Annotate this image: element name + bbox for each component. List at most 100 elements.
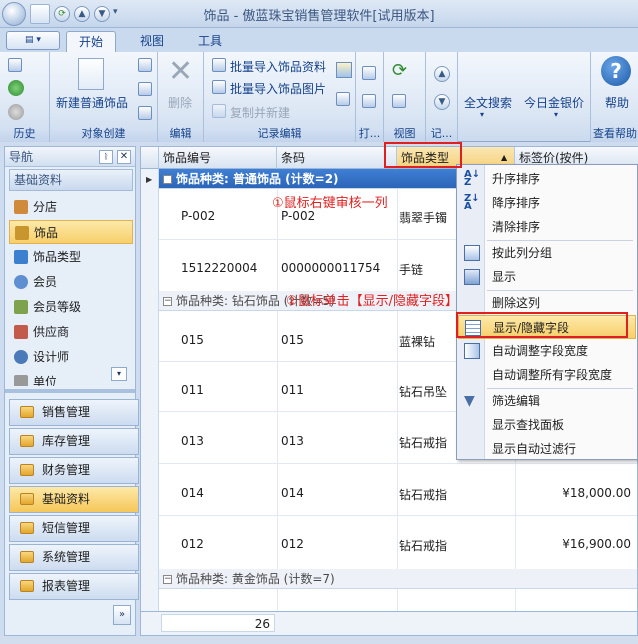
menu-item-filter-editor[interactable]: ▼ 筛选编辑: [458, 389, 636, 413]
cell-code[interactable]: P-002: [181, 209, 215, 223]
doc-icon[interactable]: [138, 58, 152, 72]
module-finance[interactable]: 财务管理: [9, 457, 139, 484]
cell-type[interactable]: 钻石戒指: [399, 537, 447, 554]
batch-import-info-button[interactable]: 批量导入饰品资料: [230, 58, 326, 75]
cell-code[interactable]: 013: [181, 434, 204, 448]
file-menu-button[interactable]: ▤ ▾: [6, 31, 60, 50]
pin-icon[interactable]: ᚱ: [99, 150, 113, 164]
group-row-gold[interactable]: − 饰品种类: 黄金饰品 (计数=7): [159, 569, 637, 589]
print-preview-icon[interactable]: [362, 66, 376, 80]
close-icon[interactable]: ✕: [117, 150, 131, 164]
group-label-record-edit: 记录编辑: [204, 126, 355, 142]
cell-barcode[interactable]: P-002: [281, 209, 315, 223]
configure-buttons-icon[interactable]: »: [113, 605, 131, 625]
column-header-barcode[interactable]: 条码: [277, 147, 397, 169]
splitter[interactable]: [5, 389, 135, 393]
cell-barcode[interactable]: 012: [281, 537, 304, 551]
cell-type[interactable]: 钻石戒指: [399, 434, 447, 451]
collapse-icon[interactable]: −: [163, 175, 172, 184]
nav-item-designer[interactable]: 设计师: [9, 345, 133, 369]
menu-item-find-panel[interactable]: 显示查找面板: [458, 413, 636, 437]
cell-code[interactable]: 014: [181, 486, 204, 500]
cell-price[interactable]: ¥18,000.00: [541, 486, 631, 500]
cell-price[interactable]: ¥16,900.00: [541, 537, 631, 551]
jewelry-icon: [15, 226, 29, 240]
nav-item-supplier[interactable]: 供应商: [9, 320, 133, 344]
menu-item-group-by[interactable]: 按此列分组: [458, 241, 636, 265]
cell-type[interactable]: 蓝裸钻: [399, 333, 435, 350]
current-row-icon: ▶: [146, 175, 153, 184]
back-icon[interactable]: [8, 80, 24, 96]
cell-code[interactable]: 011: [181, 383, 204, 397]
menu-item-auto-filter-row[interactable]: 显示自动过滤行: [458, 437, 636, 459]
nav-item-branch[interactable]: 分店: [9, 195, 133, 219]
gold-price-button[interactable]: 今日金银价: [524, 94, 584, 111]
group-create: 新建普通饰品 对象创建: [50, 52, 158, 142]
menu-item-sort-desc[interactable]: Z↓ A 降序排序: [458, 191, 636, 215]
copy-new-button[interactable]: 复制并新建: [230, 104, 290, 121]
menu-item-show[interactable]: 显示: [458, 265, 636, 289]
menu-item-sort-asc[interactable]: A↓ Z 升序排序: [458, 167, 636, 191]
chevron-down-icon[interactable]: ▾: [111, 367, 127, 381]
collapse-icon[interactable]: −: [163, 575, 172, 584]
delete-button[interactable]: 删除: [168, 94, 192, 111]
tab-view[interactable]: 视图: [128, 31, 176, 52]
previous-record-icon[interactable]: ▲: [434, 66, 450, 82]
cell-barcode[interactable]: 011: [281, 383, 304, 397]
menu-item-best-fit-all[interactable]: 自动调整所有字段宽度: [458, 363, 636, 387]
cell-code[interactable]: 1512220004: [181, 261, 257, 275]
import-icon: [212, 58, 226, 72]
collapse-icon[interactable]: −: [163, 297, 172, 306]
tab-home[interactable]: 开始: [66, 31, 117, 52]
cell-code[interactable]: 015: [181, 333, 204, 347]
cell-barcode[interactable]: 014: [281, 486, 304, 500]
module-reports[interactable]: 报表管理: [9, 573, 139, 600]
group-label-print: 打...: [356, 126, 383, 142]
batch-import-image-button[interactable]: 批量导入饰品图片: [230, 80, 326, 97]
status-bar: [0, 636, 638, 644]
forward-icon[interactable]: [8, 104, 24, 120]
nav-item-jewelry[interactable]: 饰品: [9, 220, 133, 244]
cell-barcode[interactable]: 0000000011754: [281, 261, 380, 275]
nav-item-jewelry-type[interactable]: 饰品类型: [9, 245, 133, 269]
module-system[interactable]: 系统管理: [9, 544, 139, 571]
next-record-icon[interactable]: ▼: [434, 94, 450, 110]
layout-icon[interactable]: [392, 94, 406, 108]
cell-type[interactable]: 钻石吊坠: [399, 383, 447, 400]
tab-tools[interactable]: 工具: [186, 31, 234, 52]
help-button[interactable]: 帮助: [605, 94, 629, 111]
module-basic-data[interactable]: 基础资料: [9, 486, 139, 513]
module-sales[interactable]: 销售管理: [9, 399, 139, 426]
new-document-icon[interactable]: [78, 58, 104, 90]
nav-item-member-level[interactable]: 会员等级: [9, 295, 133, 319]
cell-type[interactable]: 钻石戒指: [399, 486, 447, 503]
nav-section-title[interactable]: 基础资料: [9, 169, 133, 191]
delete-icon[interactable]: ✕: [168, 56, 193, 88]
print-icon[interactable]: [362, 94, 376, 108]
doc-icon[interactable]: [138, 82, 152, 96]
cell-type[interactable]: 手链: [399, 261, 423, 278]
module-inventory[interactable]: 库存管理: [9, 428, 139, 455]
chevron-down-icon: ▾: [554, 110, 559, 119]
menu-item-clear-sort[interactable]: 清除排序: [458, 215, 636, 239]
nav-item-member[interactable]: 会员: [9, 270, 133, 294]
module-sms[interactable]: 短信管理: [9, 515, 139, 542]
cell-type[interactable]: 翡翠手镯: [399, 209, 447, 226]
row-divider: [159, 515, 637, 516]
window-title: 饰品 - 傲蓝珠宝销售管理软件[试用版本]: [203, 9, 435, 24]
cell-code[interactable]: 012: [181, 537, 204, 551]
history-icon[interactable]: [8, 58, 22, 72]
cell-barcode[interactable]: 015: [281, 333, 304, 347]
new-item-button[interactable]: 新建普通饰品: [56, 94, 128, 111]
fulltext-search-button[interactable]: 全文搜索: [464, 94, 512, 111]
column-header-code[interactable]: 饰品编号: [159, 147, 277, 169]
doc-icon[interactable]: [138, 106, 152, 120]
title-bar: ⟳ ▲ ▼ ▾ 饰品 - 傲蓝珠宝销售管理软件[试用版本]: [0, 0, 638, 28]
cell-barcode[interactable]: 013: [281, 434, 304, 448]
row-divider: [159, 463, 637, 464]
refresh-icon[interactable]: ⟳: [392, 62, 407, 80]
chart-icon[interactable]: [336, 62, 352, 78]
menu-item-best-fit[interactable]: 自动调整字段宽度: [458, 339, 636, 363]
report-icon[interactable]: [336, 92, 350, 106]
help-icon[interactable]: ?: [601, 56, 631, 86]
